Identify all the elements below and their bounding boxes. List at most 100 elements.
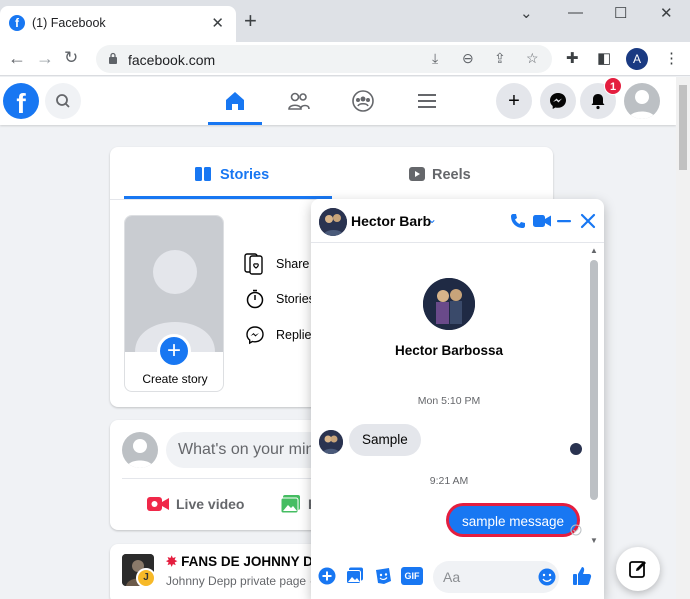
contact-photo-icon <box>423 278 475 330</box>
tab-stories[interactable]: Stories <box>124 147 332 199</box>
bell-icon <box>591 94 605 110</box>
create-story-card[interactable]: + Create story <box>124 215 224 392</box>
emoji-icon[interactable] <box>538 568 556 586</box>
chrome-menu-icon[interactable]: ⋮ <box>664 49 679 67</box>
live-video-label: Live video <box>176 496 245 512</box>
page-scrollbar[interactable] <box>676 77 690 599</box>
more-actions-plus-icon[interactable] <box>318 567 336 585</box>
chat-contact-name[interactable]: Hector Barb <box>351 213 431 229</box>
sticker-icon[interactable] <box>374 567 392 585</box>
video-camera-icon <box>147 497 169 511</box>
nav-friends[interactable] <box>272 77 326 125</box>
notification-badge: 1 <box>604 77 622 95</box>
post-subtitle: Johnny Depp private page · <box>166 574 314 588</box>
tab-title: (1) Facebook <box>32 16 106 30</box>
incoming-message-bubble[interactable]: Sample <box>349 424 421 456</box>
contact-photo-icon <box>319 430 343 454</box>
chat-composer: GIF <box>311 555 604 599</box>
tab-reels[interactable]: Reels <box>332 147 540 199</box>
facebook-logo-icon[interactable]: f <box>3 83 39 119</box>
outgoing-message-bubble[interactable]: sample message <box>447 504 580 536</box>
minimize-icon[interactable]: — <box>568 4 583 21</box>
home-icon <box>226 92 244 110</box>
gif-button[interactable]: GIF <box>401 567 423 585</box>
new-message-button[interactable] <box>616 547 660 591</box>
reload-icon[interactable]: ↻ <box>64 48 78 68</box>
nav-menu[interactable] <box>400 77 454 125</box>
address-bar[interactable]: facebook.com ⤓ ⊖ ⇪ ☆ <box>96 45 552 73</box>
video-call-icon[interactable] <box>532 213 552 229</box>
maximize-icon[interactable]: ☐ <box>614 4 627 22</box>
chat-scrollbar-thumb[interactable] <box>590 260 598 500</box>
clock-icon <box>246 289 264 309</box>
close-chat-icon[interactable] <box>580 213 596 229</box>
member-avatar[interactable]: J <box>136 568 156 588</box>
new-tab-button[interactable]: + <box>244 10 257 32</box>
window-close-icon[interactable]: ✕ <box>660 4 673 22</box>
like-thumbs-up-icon[interactable] <box>572 566 592 586</box>
messenger-button[interactable] <box>540 83 576 119</box>
browser-tab[interactable]: f (1) Facebook ✕ <box>0 6 236 42</box>
contact-profile-photo[interactable] <box>423 278 475 330</box>
nav-groups[interactable] <box>336 77 390 125</box>
zoom-icon[interactable]: ⊖ <box>462 50 474 67</box>
lock-icon <box>109 52 117 64</box>
facebook-favicon-icon: f <box>9 15 25 31</box>
book-open-icon <box>195 167 211 181</box>
friends-icon <box>288 92 310 110</box>
messenger-icon <box>550 93 566 109</box>
default-avatar-icon <box>127 439 153 468</box>
chat-scrollbar[interactable]: ▲ ▼ <box>587 244 601 550</box>
scroll-down-icon[interactable]: ▼ <box>590 536 598 545</box>
chat-messages: Hector Barbossa Mon 5:10 PM Sample 9:21 … <box>311 244 604 550</box>
chat-contact-avatar[interactable] <box>319 208 347 236</box>
facebook-header: f + 1 <box>0 77 676 125</box>
plus-icon: + <box>508 90 520 112</box>
message-timestamp: Mon 5:10 PM <box>417 395 481 407</box>
contact-photo-icon <box>319 208 347 236</box>
browser-tab-bar: f (1) Facebook ✕ + ⌄ — ☐ ✕ <box>0 0 690 42</box>
sparkle-icon: ✸ <box>166 554 178 569</box>
install-icon[interactable]: ⤓ <box>432 50 438 67</box>
tab-close-icon[interactable]: ✕ <box>211 14 224 32</box>
extensions-icon[interactable]: ✚ <box>566 49 579 67</box>
minimize-chat-icon[interactable] <box>556 213 572 229</box>
chat-window: Hector Barb ⌄ Hector Barbossa Mon 5:10 P… <box>311 199 604 599</box>
create-story-label: Create story <box>142 372 208 386</box>
reels-icon <box>409 167 425 181</box>
hamburger-icon <box>418 94 436 108</box>
default-avatar-icon <box>135 250 215 352</box>
tab-stories-label: Stories <box>220 167 270 183</box>
search-button[interactable] <box>45 83 81 119</box>
default-avatar-icon <box>629 90 655 119</box>
story-profile-image <box>125 216 223 352</box>
scroll-up-icon[interactable]: ▲ <box>590 246 598 255</box>
compose-edit-icon <box>629 561 646 578</box>
nav-home[interactable] <box>208 77 262 125</box>
photo-icon <box>280 495 300 514</box>
attach-photo-icon[interactable] <box>346 567 364 585</box>
back-icon[interactable]: ← <box>8 48 26 69</box>
share-card-icon <box>244 253 263 275</box>
post-title[interactable]: ✸ FANS DE JOHNNY DE <box>166 554 322 570</box>
create-button[interactable]: + <box>496 83 532 119</box>
account-avatar[interactable] <box>624 83 660 119</box>
live-video-button[interactable]: Live video <box>140 488 260 520</box>
share-icon[interactable]: ⇪ <box>494 50 506 67</box>
chrome-profile-avatar[interactable]: A <box>626 48 648 70</box>
add-story-plus-icon[interactable]: + <box>157 334 191 368</box>
search-icon <box>56 94 70 108</box>
tab-reels-label: Reels <box>432 167 471 183</box>
scrollbar-thumb[interactable] <box>679 85 687 170</box>
post-title-text: FANS DE JOHNNY DE <box>181 554 322 569</box>
phone-icon[interactable] <box>510 213 526 229</box>
browser-toolbar: ← → ↻ facebook.com ⤓ ⊖ ⇪ ☆ ✚ ◧ A ⋮ <box>0 42 690 76</box>
bookmark-star-icon[interactable]: ☆ <box>526 50 539 67</box>
contact-profile-name[interactable]: Hector Barbossa <box>311 343 587 358</box>
message-timestamp: 9:21 AM <box>429 475 469 487</box>
forward-icon[interactable]: → <box>36 48 54 69</box>
side-panel-icon[interactable]: ◧ <box>597 49 611 67</box>
chevron-down-icon[interactable]: ⌄ <box>520 4 533 22</box>
chevron-down-icon[interactable]: ⌄ <box>427 212 437 226</box>
composer-avatar <box>122 432 158 468</box>
